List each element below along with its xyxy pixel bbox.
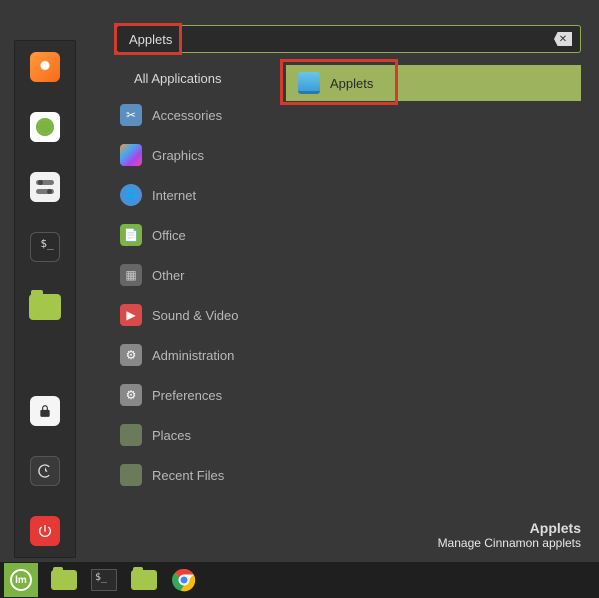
logout-button[interactable] <box>27 453 63 489</box>
software-icon <box>30 112 60 142</box>
category-label: Sound & Video <box>152 308 239 323</box>
fav-software[interactable] <box>27 109 63 145</box>
graphics-icon <box>120 144 142 166</box>
category-label: Recent Files <box>152 468 224 483</box>
tooltip-title: Applets <box>438 520 581 536</box>
category-label: All Applications <box>134 71 221 86</box>
category-all-applications[interactable]: All Applications <box>116 69 276 88</box>
category-preferences[interactable]: ⚙ Preferences <box>116 382 276 408</box>
category-internet[interactable]: 🌐 Internet <box>116 182 276 208</box>
folder-icon <box>131 570 157 590</box>
result-label: Applets <box>330 76 373 91</box>
applets-icon <box>298 72 320 94</box>
category-label: Office <box>152 228 186 243</box>
category-recent-files[interactable]: Recent Files <box>116 462 276 488</box>
other-icon: ▦ <box>120 264 142 286</box>
fav-settings[interactable] <box>27 169 63 205</box>
menu-panel: ✕ All Applications ✂ Accessories Graphic… <box>116 25 581 548</box>
category-label: Other <box>152 268 185 283</box>
category-label: Places <box>152 428 191 443</box>
category-label: Accessories <box>152 108 222 123</box>
search-input[interactable] <box>129 32 554 47</box>
tooltip: Applets Manage Cinnamon applets <box>438 520 581 550</box>
category-graphics[interactable]: Graphics <box>116 142 276 168</box>
logout-icon <box>30 456 60 486</box>
category-label: Administration <box>152 348 234 363</box>
internet-icon: 🌐 <box>120 184 142 206</box>
recent-files-icon <box>120 464 142 486</box>
category-label: Internet <box>152 188 196 203</box>
accessories-icon: ✂ <box>120 104 142 126</box>
power-icon <box>30 516 60 546</box>
fav-files[interactable] <box>27 289 63 325</box>
category-places[interactable]: Places <box>116 422 276 448</box>
taskbar-show-desktop[interactable] <box>50 568 78 592</box>
categories-list: All Applications ✂ Accessories Graphics … <box>116 65 276 488</box>
power-button[interactable] <box>27 513 63 549</box>
result-applets[interactable]: Applets <box>286 65 581 101</box>
fav-firefox[interactable] <box>27 49 63 85</box>
preferences-icon: ⚙ <box>120 384 142 406</box>
category-accessories[interactable]: ✂ Accessories <box>116 102 276 128</box>
lock-icon <box>30 396 60 426</box>
category-administration[interactable]: ⚙ Administration <box>116 342 276 368</box>
office-icon: 📄 <box>120 224 142 246</box>
taskbar-terminal[interactable]: $_ <box>90 568 118 592</box>
taskbar-chrome[interactable] <box>170 568 198 592</box>
results-list: Applets <box>286 65 581 488</box>
mint-logo-icon: lm <box>10 569 32 591</box>
category-label: Graphics <box>152 148 204 163</box>
chrome-icon <box>172 568 196 592</box>
search-row: ✕ <box>116 25 581 53</box>
category-other[interactable]: ▦ Other <box>116 262 276 288</box>
sound-video-icon: ▶ <box>120 304 142 326</box>
administration-icon: ⚙ <box>120 344 142 366</box>
taskbar-files[interactable] <box>130 568 158 592</box>
terminal-icon: $_ <box>30 232 60 262</box>
clear-search-icon[interactable]: ✕ <box>554 32 572 46</box>
folder-icon <box>51 570 77 590</box>
category-sound-video[interactable]: ▶ Sound & Video <box>116 302 276 328</box>
favorites-sidebar: $_ <box>14 40 76 558</box>
terminal-icon: $_ <box>91 569 117 591</box>
category-label: Preferences <box>152 388 222 403</box>
tooltip-description: Manage Cinnamon applets <box>438 536 581 550</box>
fav-terminal[interactable]: $_ <box>27 229 63 265</box>
places-icon <box>120 424 142 446</box>
firefox-icon <box>30 52 60 82</box>
files-icon <box>29 294 61 320</box>
category-office[interactable]: 📄 Office <box>116 222 276 248</box>
lock-button[interactable] <box>27 393 63 429</box>
settings-icon <box>30 172 60 202</box>
taskbar: lm $_ <box>0 562 599 598</box>
mint-menu-button[interactable]: lm <box>4 563 38 597</box>
